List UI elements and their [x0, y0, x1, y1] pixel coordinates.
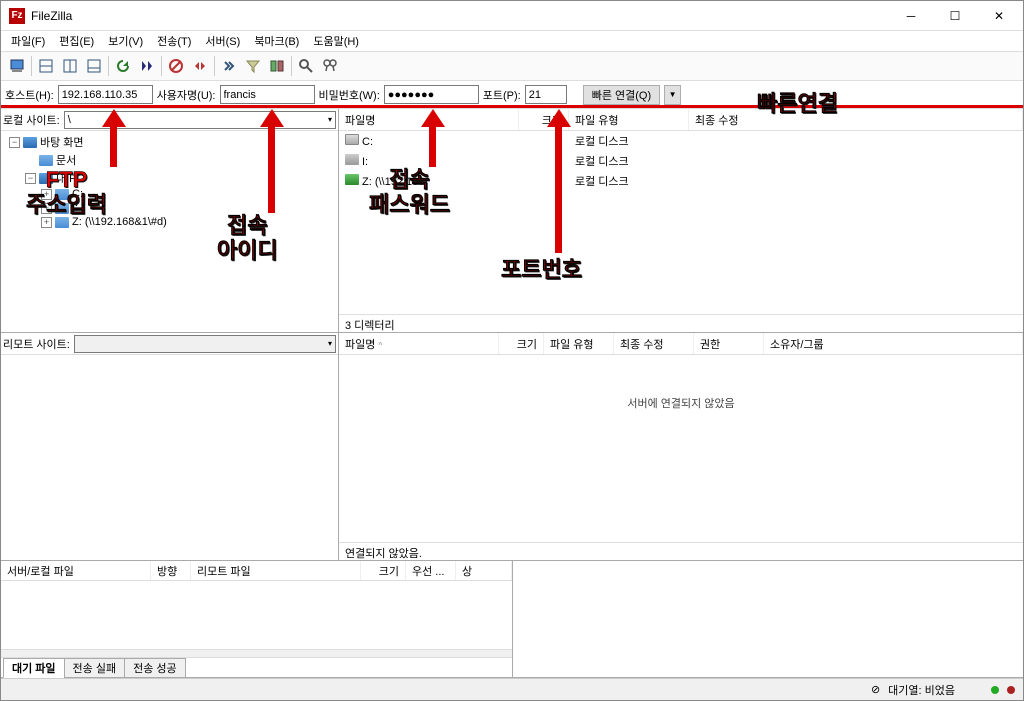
queue-status-icon: ⊘ — [871, 683, 880, 696]
sitemanager-button[interactable] — [5, 54, 29, 78]
remote-not-connected: 서버에 연결되지 않았음 — [339, 355, 1023, 542]
cancel-button[interactable] — [164, 54, 188, 78]
remote-site-label: 리모트 사이트: — [3, 336, 70, 352]
rcol-name[interactable]: 파일명 ^ — [339, 333, 499, 354]
compare-button[interactable] — [265, 54, 289, 78]
sync-browse-button[interactable] — [294, 54, 318, 78]
col-name[interactable]: 파일명 — [339, 109, 519, 130]
rcol-modified[interactable]: 최종 수정 — [614, 333, 694, 354]
queue-body[interactable] — [1, 581, 512, 649]
queue-pane: 서버/로컬 파일 방향 리모트 파일 크기 우선 ... 상 대기 파일 전송 … — [1, 561, 513, 677]
activity-led-recv — [991, 686, 999, 694]
local-list-header: 파일명 크기 파일 유형 최종 수정 — [339, 109, 1023, 131]
quickconnect-bar: 호스트(H): 사용자명(U): 비밀번호(W): 포트(P): 빠른 연결(Q… — [1, 81, 1023, 109]
remote-list-header: 파일명 ^ 크기 파일 유형 최종 수정 권한 소유자/그룹 — [339, 333, 1023, 355]
local-site-value: \ — [68, 114, 71, 126]
rcol-type[interactable]: 파일 유형 — [544, 333, 614, 354]
host-label: 호스트(H): — [5, 87, 54, 103]
menu-server[interactable]: 서버(S) — [199, 31, 246, 51]
remote-status: 연결되지 않았음. — [339, 542, 1023, 560]
menubar: 파일(F) 편집(E) 보기(V) 전송(T) 서버(S) 북마크(B) 도움말… — [1, 31, 1023, 51]
window-title: FileZilla — [31, 9, 889, 23]
menu-file[interactable]: 파일(F) — [5, 31, 51, 51]
tab-failed[interactable]: 전송 실패 — [64, 658, 126, 678]
filter-button[interactable] — [241, 54, 265, 78]
drive-icon — [345, 154, 359, 165]
col-type[interactable]: 파일 유형 — [569, 109, 689, 130]
host-input[interactable] — [58, 85, 153, 104]
rcol-owner[interactable]: 소유자/그룹 — [764, 333, 1023, 354]
rcol-perm[interactable]: 권한 — [694, 333, 764, 354]
search-button[interactable] — [318, 54, 342, 78]
log-pane[interactable] — [513, 561, 1023, 677]
tab-queued[interactable]: 대기 파일 — [3, 658, 65, 678]
refresh-button[interactable] — [111, 54, 135, 78]
close-button[interactable]: ✕ — [977, 2, 1021, 30]
titlebar: Fz FileZilla ─ ☐ ✕ — [1, 1, 1023, 31]
local-site-combo[interactable]: \ ▾ — [64, 111, 336, 129]
tree-item-i[interactable]: +I: — [3, 201, 336, 215]
network-drive-icon — [345, 174, 359, 185]
list-row[interactable]: C: 로컬 디스크 — [339, 131, 1023, 151]
remote-list-pane: 파일명 ^ 크기 파일 유형 최종 수정 권한 소유자/그룹 서버에 연결되지 … — [339, 333, 1023, 560]
list-row[interactable]: I: 로컬 디스크 — [339, 151, 1023, 171]
tree-item-desktop[interactable]: −바탕 화면 — [3, 133, 336, 151]
local-tree[interactable]: −바탕 화면 문서 −내 PC +C: +I: +Z: (\\192.168&1… — [1, 131, 338, 332]
tree-item-documents[interactable]: 문서 — [3, 151, 336, 169]
local-list-pane: 파일명 크기 파일 유형 최종 수정 C: 로컬 디스크 I: 로컬 디스크 Z… — [339, 109, 1023, 332]
port-input[interactable] — [525, 85, 567, 104]
menu-help[interactable]: 도움말(H) — [307, 31, 365, 51]
reconnect-button[interactable] — [217, 54, 241, 78]
menu-transfer[interactable]: 전송(T) — [151, 31, 197, 51]
qcol-size[interactable]: 크기 — [361, 561, 406, 580]
statusbar: ⊘ 대기열: 비었음 — [1, 678, 1023, 700]
toolbar — [1, 51, 1023, 81]
qcol-file[interactable]: 서버/로컬 파일 — [1, 561, 151, 580]
pass-input[interactable] — [384, 85, 479, 104]
toggle-queue-button[interactable] — [82, 54, 106, 78]
local-list-body[interactable]: C: 로컬 디스크 I: 로컬 디스크 Z: (\\192.168 로컬 디스크 — [339, 131, 1023, 314]
local-tree-pane: 로컬 사이트: \ ▾ −바탕 화면 문서 −내 PC +C: +I: +Z: … — [1, 109, 339, 332]
menu-bookmarks[interactable]: 북마크(B) — [248, 31, 305, 51]
toggle-tree-button[interactable] — [58, 54, 82, 78]
tree-item-c[interactable]: +C: — [3, 187, 336, 201]
qcol-stat[interactable]: 상 — [456, 561, 512, 580]
qcol-dir[interactable]: 방향 — [151, 561, 191, 580]
tree-item-mypc[interactable]: −내 PC — [3, 169, 336, 187]
tab-success[interactable]: 전송 성공 — [124, 658, 186, 678]
maximize-button[interactable]: ☐ — [933, 2, 977, 30]
pass-label: 비밀번호(W): — [319, 87, 380, 103]
queue-header: 서버/로컬 파일 방향 리모트 파일 크기 우선 ... 상 — [1, 561, 512, 581]
disconnect-button[interactable] — [188, 54, 212, 78]
col-size[interactable]: 크기 — [519, 109, 569, 130]
list-row[interactable]: Z: (\\192.168 로컬 디스크 — [339, 171, 1023, 191]
local-dir-status: 3 디렉터리 — [339, 314, 1023, 332]
queue-status-text: 대기열: 비었음 — [888, 682, 955, 698]
user-input[interactable] — [220, 85, 315, 104]
remote-tree[interactable] — [1, 355, 338, 560]
qcol-prio[interactable]: 우선 ... — [406, 561, 456, 580]
port-label: 포트(P): — [483, 87, 521, 103]
local-site-label: 로컬 사이트: — [3, 112, 60, 128]
minimize-button[interactable]: ─ — [889, 2, 933, 30]
rcol-size[interactable]: 크기 — [499, 333, 544, 354]
user-label: 사용자명(U): — [157, 87, 216, 103]
quickconnect-dropdown[interactable]: ▼ — [664, 85, 681, 105]
remote-tree-pane: 리모트 사이트: ▾ — [1, 333, 339, 560]
queue-scrollbar[interactable] — [1, 649, 512, 657]
qcol-remote[interactable]: 리모트 파일 — [191, 561, 361, 580]
col-modified[interactable]: 최종 수정 — [689, 109, 1023, 130]
quickconnect-button[interactable]: 빠른 연결(Q) — [583, 85, 660, 105]
queue-tabs: 대기 파일 전송 실패 전송 성공 — [1, 657, 512, 677]
drive-icon — [345, 134, 359, 145]
app-logo: Fz — [9, 8, 25, 24]
menu-view[interactable]: 보기(V) — [102, 31, 149, 51]
tree-item-z[interactable]: +Z: (\\192.168&1\#d) — [3, 215, 336, 229]
menu-edit[interactable]: 편집(E) — [53, 31, 100, 51]
toggle-log-button[interactable] — [34, 54, 58, 78]
process-queue-button[interactable] — [135, 54, 159, 78]
remote-site-combo[interactable]: ▾ — [74, 335, 336, 353]
activity-led-send — [1007, 686, 1015, 694]
